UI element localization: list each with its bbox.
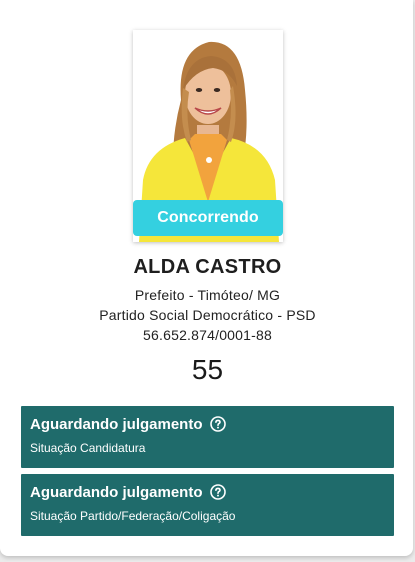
- party-situation-title: Aguardando julgamento: [30, 484, 203, 501]
- candidacy-situation-box: Aguardando julgamento Situação Candidatu…: [21, 406, 394, 468]
- help-circle-icon[interactable]: [209, 416, 226, 432]
- party-situation-title-row: Aguardando julgamento: [30, 484, 226, 501]
- party-situation-subtitle: Situação Partido/Federação/Coligação: [30, 509, 236, 523]
- candidate-number: 55: [191, 354, 224, 385]
- candidate-party: Partido Social Democrático - PSD: [99, 307, 316, 323]
- candidate-cnpj: 56.652.874/0001-88: [143, 327, 272, 343]
- candidate-card: Concorrendo ALDA CASTRO Prefeito - Timót…: [0, 0, 413, 556]
- candidacy-situation-title-row: Aguardando julgamento: [30, 416, 226, 433]
- candidate-photo: Concorrendo: [133, 30, 283, 242]
- help-circle-icon[interactable]: [209, 484, 226, 500]
- candidate-name: ALDA CASTRO: [133, 256, 282, 278]
- party-situation-box: Aguardando julgamento Situação Partido/F…: [21, 474, 394, 536]
- candidacy-situation-subtitle: Situação Candidatura: [30, 441, 146, 455]
- candidate-office: Prefeito - Timóteo/ MG: [134, 287, 281, 303]
- candidacy-situation-title: Aguardando julgamento: [30, 416, 203, 433]
- candidacy-status-tag: Concorrendo: [133, 200, 283, 236]
